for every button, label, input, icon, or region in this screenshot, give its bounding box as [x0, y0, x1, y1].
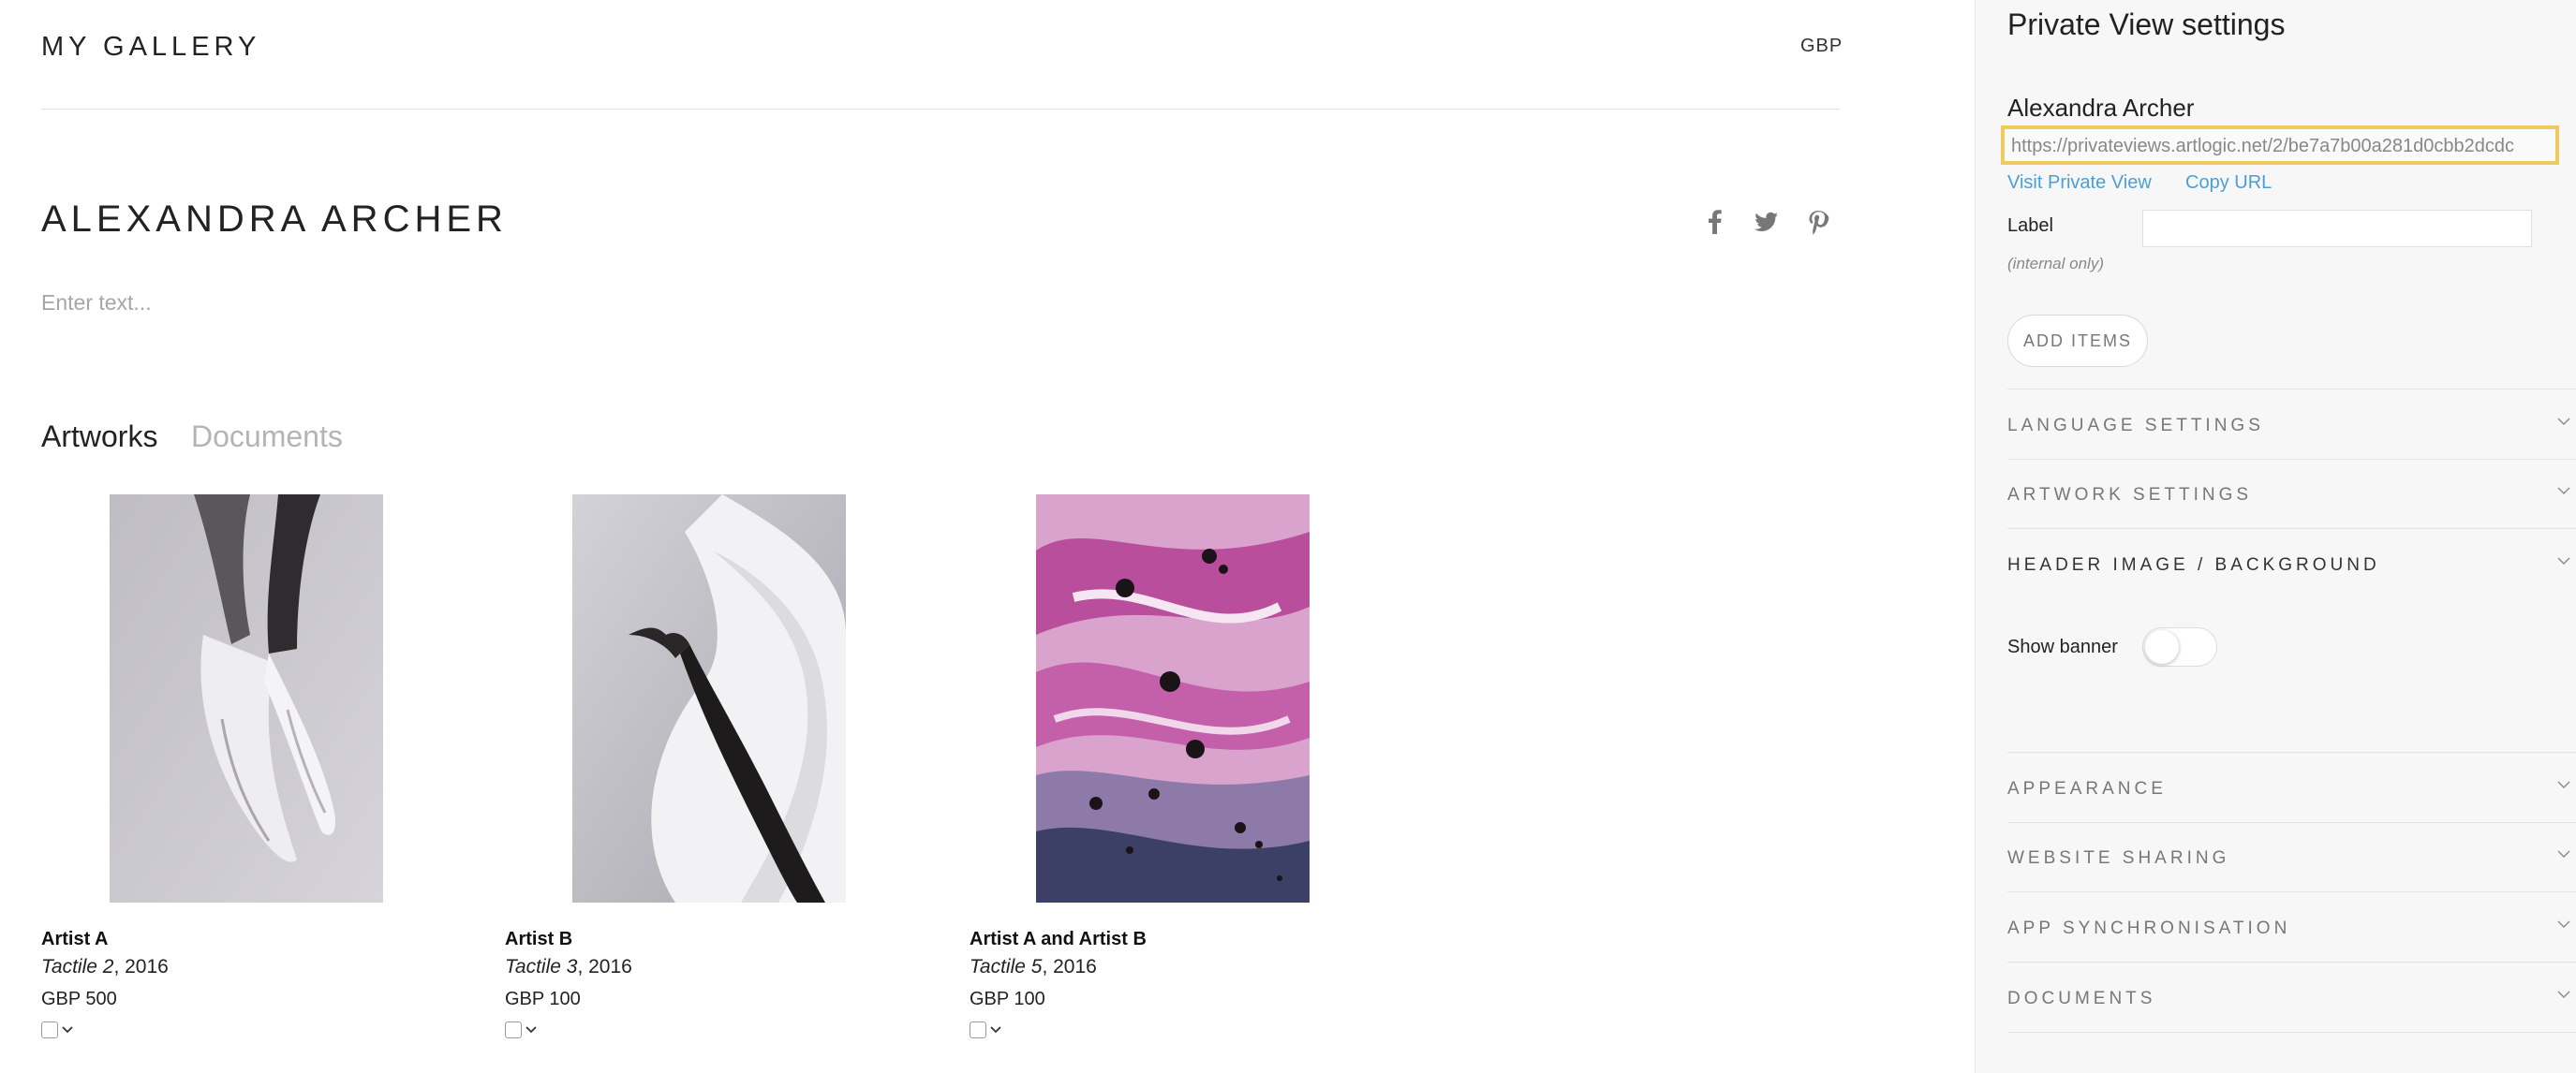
page-title: ALEXANDRA ARCHER — [41, 198, 508, 240]
section-appearance[interactable]: APPEARANCE — [2007, 772, 2571, 809]
section-divider — [2007, 752, 2576, 753]
label-input[interactable] — [2142, 210, 2532, 247]
artwork-price: GBP 100 — [505, 989, 581, 1009]
section-label: ARTWORK SETTINGS — [2007, 485, 2253, 505]
section-divider — [2007, 459, 2576, 460]
copy-url-link[interactable]: Copy URL — [2185, 172, 2272, 194]
artwork-title-line: Tactile 3, 2016 — [505, 953, 898, 981]
chevron-down-icon — [2556, 917, 2571, 932]
artwork-card: Artist A and Artist B Tactile 5, 2016 GB… — [970, 927, 1363, 1039]
label-note: (internal only) — [2007, 255, 2104, 272]
private-view-url-field[interactable]: https://privateviews.artlogic.net/2/be7a… — [2001, 125, 2559, 165]
show-banner-toggle[interactable] — [2142, 627, 2217, 667]
gallery-name[interactable]: MY GALLERY — [41, 32, 260, 63]
artwork-year: , 2016 — [577, 956, 632, 977]
section-divider — [2007, 528, 2576, 529]
artwork-image[interactable] — [1036, 494, 1310, 903]
chevron-down-icon[interactable] — [525, 1023, 538, 1036]
artwork-title: Tactile 2 — [41, 956, 114, 977]
artwork-year: , 2016 — [113, 956, 169, 977]
section-app-synchronisation[interactable]: APP SYNCHRONISATION — [2007, 911, 2571, 948]
artwork-price: GBP 500 — [41, 989, 117, 1009]
section-divider — [2007, 389, 2576, 390]
artwork-title-line: Tactile 2, 2016 — [41, 953, 435, 981]
artwork-artist: Artist A and Artist B — [970, 929, 1147, 949]
visit-private-view-link[interactable]: Visit Private View — [2007, 172, 2152, 194]
artwork-card: Artist A Tactile 2, 2016 GBP 500 — [41, 927, 435, 1039]
section-label: APP SYNCHRONISATION — [2007, 919, 2291, 938]
tab-artworks[interactable]: Artworks — [41, 419, 157, 454]
add-items-button[interactable]: ADD ITEMS — [2007, 315, 2148, 367]
header-divider — [41, 109, 1840, 110]
artwork-select-control — [970, 1021, 1363, 1039]
panel-title: Private View settings — [2007, 7, 2286, 41]
toggle-knob — [2145, 630, 2179, 664]
section-label: WEBSITE SHARING — [2007, 848, 2230, 868]
private-view-name: Alexandra Archer — [2007, 94, 2195, 122]
section-header-image[interactable]: HEADER IMAGE / BACKGROUND — [2007, 548, 2571, 585]
currency-selector[interactable]: GBP — [1800, 36, 1843, 57]
facebook-icon[interactable] — [1701, 208, 1729, 236]
description-input[interactable]: Enter text... — [41, 290, 152, 316]
section-divider — [2007, 962, 2576, 963]
settings-panel: Private View settings Alexandra Archer h… — [1975, 0, 2576, 1073]
artwork-artist: Artist B — [505, 929, 573, 949]
artwork-select-control — [505, 1021, 898, 1039]
pinterest-icon[interactable] — [1804, 208, 1832, 236]
artwork-image[interactable] — [110, 494, 383, 903]
artwork-select-control — [41, 1021, 435, 1039]
artwork-title: Tactile 5 — [970, 956, 1043, 977]
section-label: APPEARANCE — [2007, 779, 2167, 799]
artwork-checkbox[interactable] — [505, 1022, 522, 1038]
chevron-down-icon — [2556, 553, 2571, 568]
artwork-artist: Artist A — [41, 929, 109, 949]
chevron-down-icon[interactable] — [989, 1023, 1002, 1036]
chevron-down-icon — [2556, 777, 2571, 792]
artwork-checkbox[interactable] — [41, 1022, 58, 1038]
chevron-down-icon — [2556, 483, 2571, 498]
section-label: DOCUMENTS — [2007, 989, 2156, 1008]
show-banner-label: Show banner — [2007, 637, 2118, 657]
chevron-down-icon — [2556, 414, 2571, 429]
section-divider — [2007, 1032, 2576, 1033]
section-documents[interactable]: DOCUMENTS — [2007, 981, 2571, 1019]
twitter-icon[interactable] — [1752, 208, 1780, 236]
label-field-label: Label — [2007, 215, 2053, 236]
section-website-sharing[interactable]: WEBSITE SHARING — [2007, 841, 2571, 878]
section-label: LANGUAGE SETTINGS — [2007, 416, 2264, 435]
chevron-down-icon — [2556, 846, 2571, 861]
artwork-year: , 2016 — [1042, 956, 1097, 977]
artwork-title: Tactile 3 — [505, 956, 578, 977]
artwork-image[interactable] — [572, 494, 846, 903]
section-language-settings[interactable]: LANGUAGE SETTINGS — [2007, 408, 2571, 446]
chevron-down-icon[interactable] — [61, 1023, 74, 1036]
app-root: MY GALLERY GBP ALEXANDRA ARCHER Enter te… — [0, 0, 2576, 1073]
artwork-title-line: Tactile 5, 2016 — [970, 953, 1363, 981]
section-artwork-settings[interactable]: ARTWORK SETTINGS — [2007, 478, 2571, 515]
chevron-down-icon — [2556, 987, 2571, 1002]
artwork-card: Artist B Tactile 3, 2016 GBP 100 — [505, 927, 898, 1039]
artwork-price: GBP 100 — [970, 989, 1045, 1009]
section-divider — [2007, 822, 2576, 823]
section-divider — [2007, 891, 2576, 892]
preview-area: MY GALLERY GBP ALEXANDRA ARCHER Enter te… — [0, 0, 1975, 1073]
section-label: HEADER IMAGE / BACKGROUND — [2007, 555, 2380, 575]
artwork-checkbox[interactable] — [970, 1022, 986, 1038]
tab-documents[interactable]: Documents — [191, 419, 343, 454]
